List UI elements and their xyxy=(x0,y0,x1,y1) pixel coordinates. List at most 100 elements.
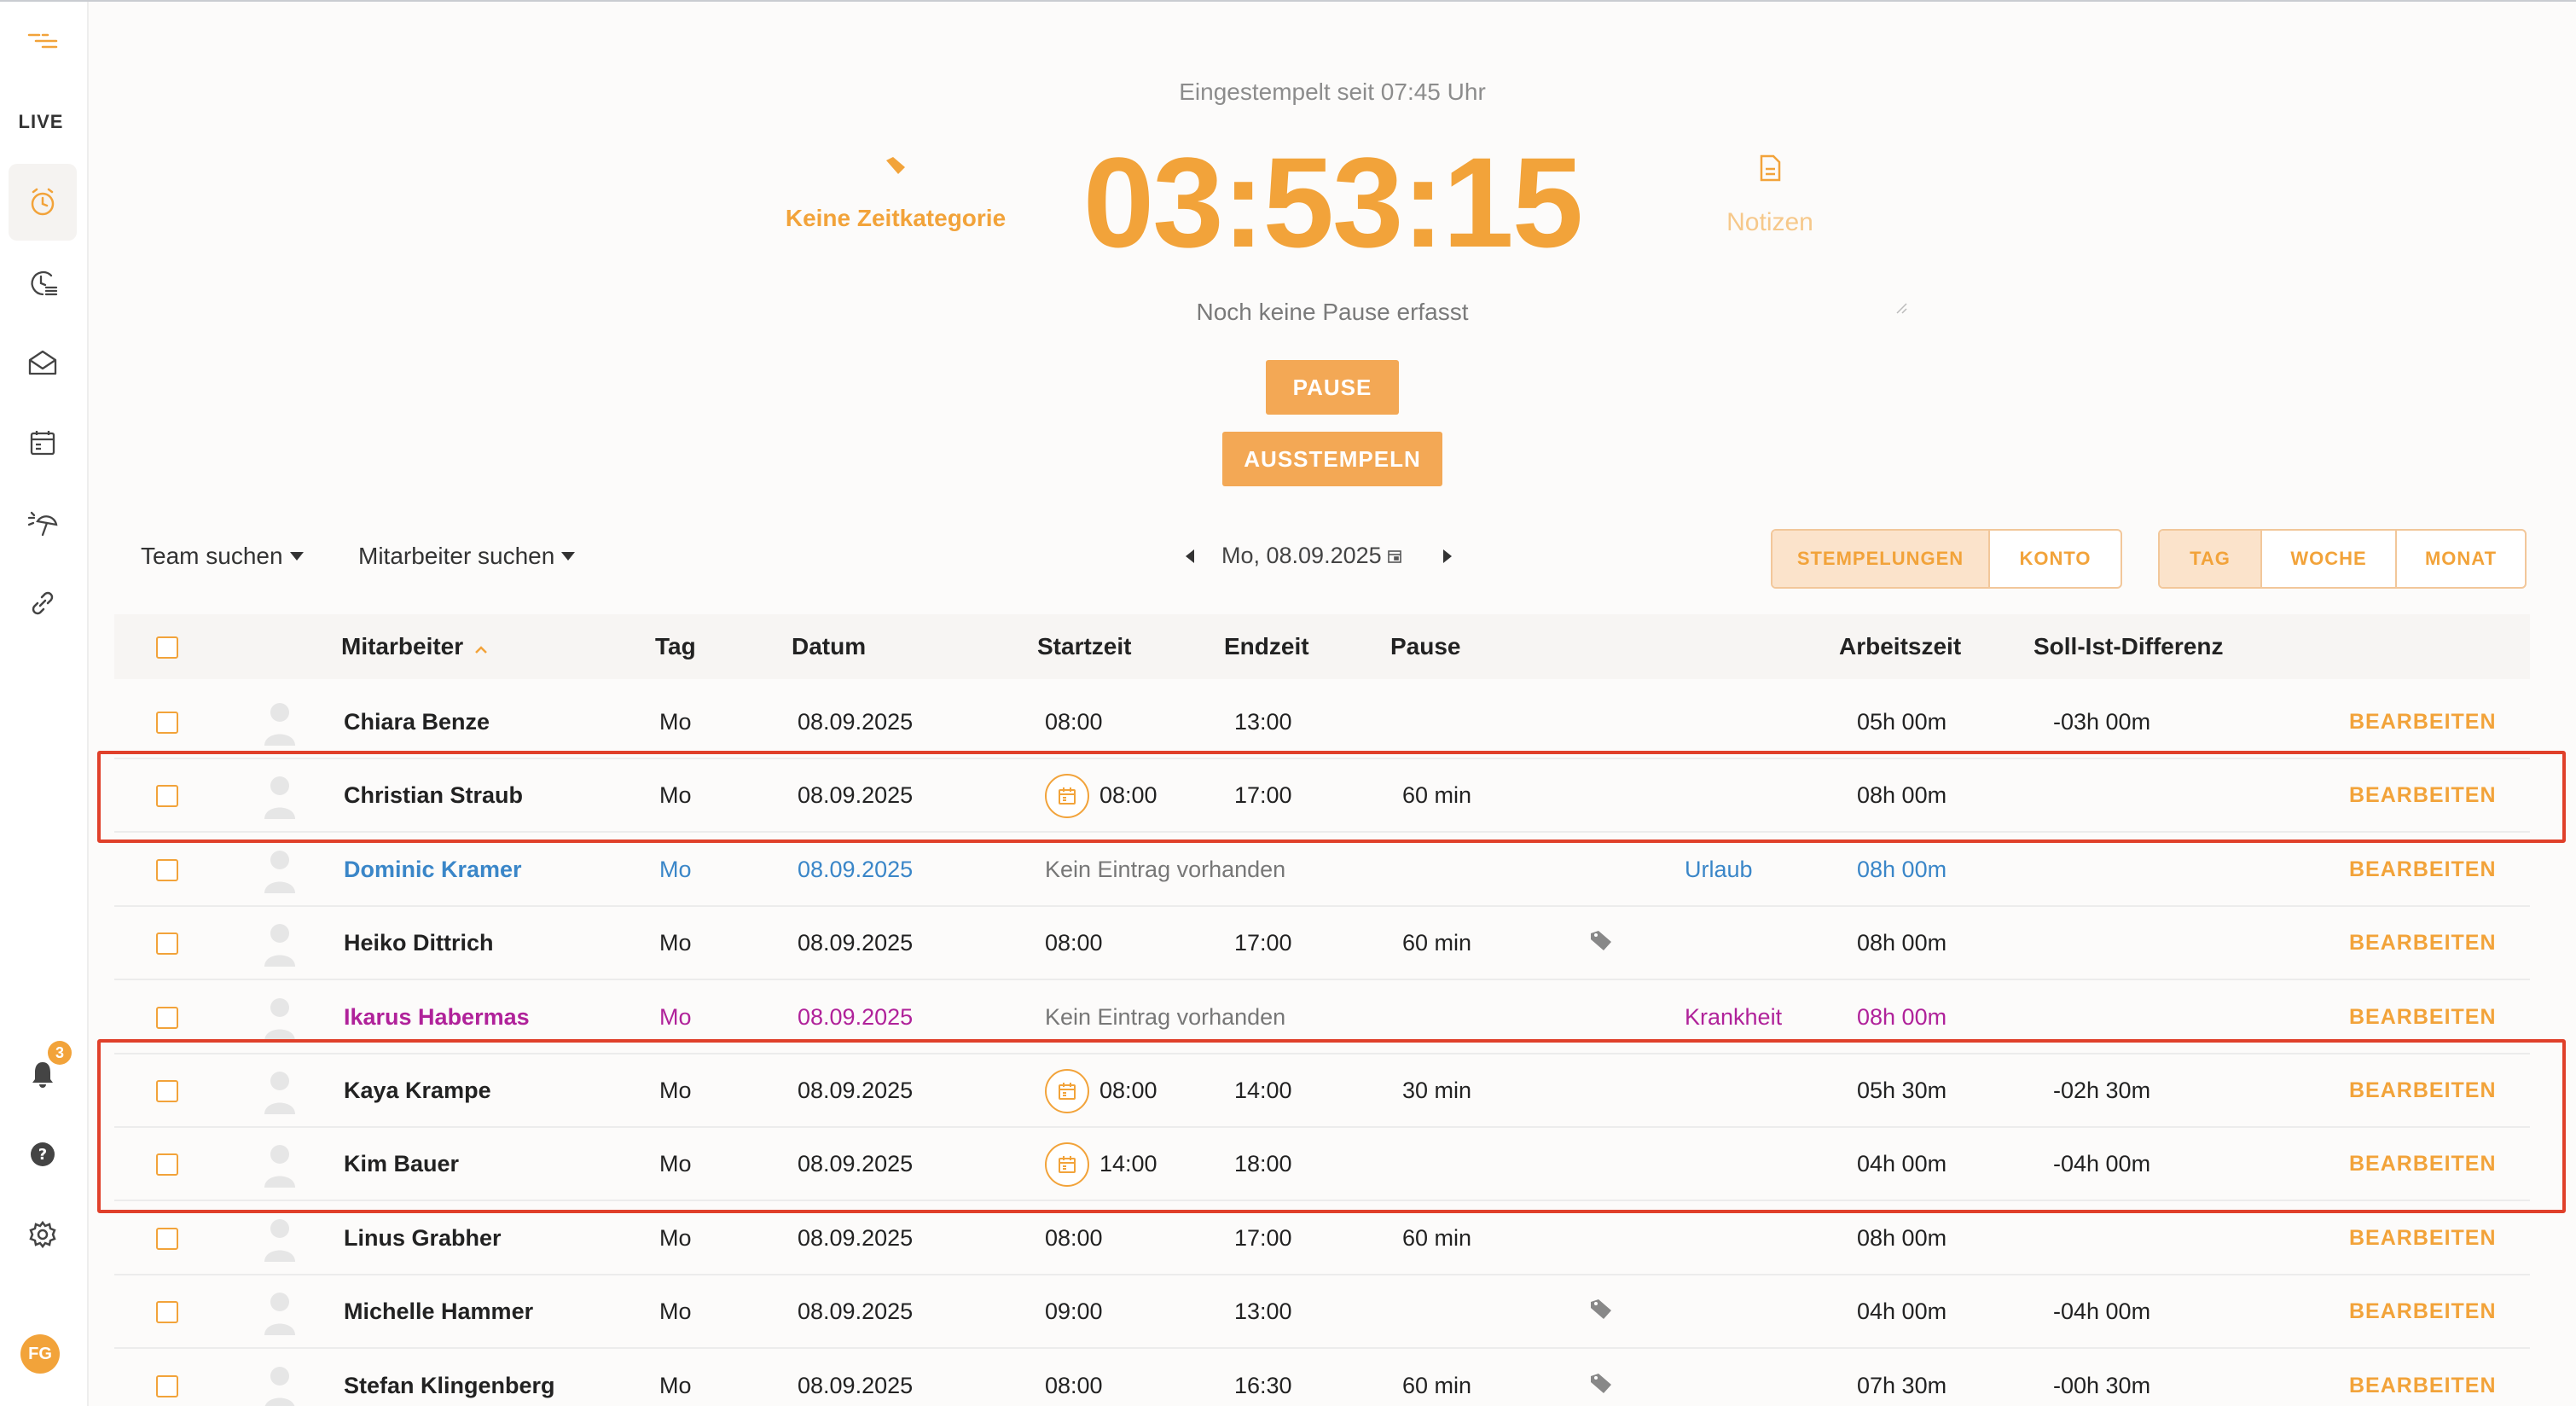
employee-name[interactable]: Linus Grabher xyxy=(344,1225,502,1252)
header-day[interactable]: Tag xyxy=(655,633,696,660)
edit-button[interactable]: BEARBEITEN xyxy=(2349,1005,2497,1030)
calendar-small-icon[interactable] xyxy=(1387,549,1402,564)
row-checkbox[interactable] xyxy=(156,1228,178,1250)
team-filter[interactable]: Team suchen xyxy=(141,543,304,570)
edit-button[interactable]: BEARBEITEN xyxy=(2349,710,2497,735)
vacation-icon xyxy=(27,511,58,537)
row-checkbox[interactable] xyxy=(156,1080,178,1102)
sidebar-item-requests[interactable] xyxy=(9,324,77,401)
header-difference[interactable]: Soll-Ist-Differenz xyxy=(2034,633,2223,660)
end-time: 16:30 xyxy=(1234,1373,1292,1398)
sidebar-item-integrations[interactable] xyxy=(9,565,77,642)
table-row[interactable] xyxy=(114,1128,2530,1201)
time-list-icon xyxy=(31,270,58,296)
person-avatar-icon xyxy=(264,1145,295,1188)
person-avatar-icon xyxy=(264,1293,295,1335)
help-icon: ? xyxy=(31,1142,55,1166)
edit-button[interactable]: BEARBEITEN xyxy=(2349,1152,2497,1177)
tag-icon xyxy=(1591,1374,1611,1393)
gear-icon xyxy=(29,1220,56,1249)
sidebar-item-live-clock[interactable] xyxy=(9,164,77,241)
day-cell: Mo xyxy=(659,930,692,956)
planned-shift-calendar-icon[interactable] xyxy=(1045,774,1089,818)
calendar-icon xyxy=(30,431,55,456)
day-cell: Mo xyxy=(659,1151,692,1177)
header-end[interactable]: Endzeit xyxy=(1224,633,1309,660)
day-cell: Mo xyxy=(659,1373,692,1398)
user-avatar[interactable]: FG xyxy=(20,1334,60,1374)
employee-name[interactable]: Michelle Hammer xyxy=(344,1299,533,1325)
sidebar-item-settings[interactable] xyxy=(9,1196,77,1273)
employee-name[interactable]: Kim Bauer xyxy=(344,1151,459,1177)
header-start[interactable]: Startzeit xyxy=(1037,633,1131,660)
row-checkbox[interactable] xyxy=(156,1153,178,1176)
header-worktime[interactable]: Arbeitszeit xyxy=(1839,633,1961,660)
row-checkbox[interactable] xyxy=(156,932,178,955)
sidebar-item-calendar[interactable] xyxy=(9,404,77,481)
range-tab-monat[interactable]: MONAT xyxy=(2397,531,2525,587)
row-checkbox[interactable] xyxy=(156,712,178,734)
sidebar-item-time-entries[interactable] xyxy=(9,244,77,321)
worktime-cell: 08h 00m xyxy=(1857,782,1947,808)
break-duration: 30 min xyxy=(1402,1078,1472,1103)
header-employee[interactable]: Mitarbeiter xyxy=(341,633,489,660)
team-filter-label: Team suchen xyxy=(141,543,283,569)
sidebar-item-help[interactable]: ? xyxy=(9,1116,77,1193)
worktime-cell: 08h 00m xyxy=(1857,1225,1947,1251)
difference-cell: -02h 30m xyxy=(2053,1078,2151,1103)
employee-name[interactable]: Dominic Kramer xyxy=(344,857,522,883)
row-checkbox[interactable] xyxy=(156,1375,178,1397)
row-checkbox[interactable] xyxy=(156,859,178,881)
employee-name[interactable]: Heiko Dittrich xyxy=(344,930,494,956)
time-category-selector[interactable]: Keine Zeitkategorie xyxy=(768,154,1024,232)
mode-tab-stempelungen[interactable]: STEMPELUNGEN xyxy=(1772,531,1990,587)
resize-handle-icon[interactable] xyxy=(1895,302,1907,314)
range-tab-woche[interactable]: WOCHE xyxy=(2262,531,2397,587)
edit-button[interactable]: BEARBEITEN xyxy=(2349,931,2497,956)
row-checkbox[interactable] xyxy=(156,1007,178,1029)
no-entry-text: Kein Eintrag vorhanden xyxy=(1045,857,1286,882)
person-avatar-icon xyxy=(264,1219,295,1262)
date-cell: 08.09.2025 xyxy=(798,930,914,956)
sidebar-item-absences[interactable] xyxy=(9,485,77,561)
planned-shift-calendar-icon[interactable] xyxy=(1045,1069,1089,1113)
clock-out-button[interactable]: AUSSTEMPELN xyxy=(1222,432,1442,486)
notes-field[interactable]: Notizen xyxy=(1629,154,1911,237)
previous-day-icon[interactable] xyxy=(1186,549,1194,563)
employee-name[interactable]: Christian Straub xyxy=(344,782,523,809)
edit-button[interactable]: BEARBEITEN xyxy=(2349,783,2497,808)
edit-button[interactable]: BEARBEITEN xyxy=(2349,1226,2497,1251)
employee-name[interactable]: Ikarus Habermas xyxy=(344,1004,530,1031)
caret-down-icon xyxy=(561,552,576,561)
pause-button[interactable]: PAUSE xyxy=(1266,360,1399,415)
difference-cell: -04h 00m xyxy=(2053,1299,2151,1324)
edit-button[interactable]: BEARBEITEN xyxy=(2349,1078,2497,1103)
header-break[interactable]: Pause xyxy=(1390,633,1461,660)
worktime-cell: 08h 00m xyxy=(1857,1004,1947,1030)
planned-shift-calendar-icon[interactable] xyxy=(1045,1142,1089,1187)
day-cell: Mo xyxy=(659,782,692,808)
elapsed-timer: 03:53:15 xyxy=(1082,131,1583,274)
employee-filter[interactable]: Mitarbeiter suchen xyxy=(358,543,576,570)
select-all-checkbox[interactable] xyxy=(156,636,178,659)
range-tab-tag[interactable]: TAG xyxy=(2160,531,2262,587)
difference-cell: -00h 30m xyxy=(2053,1373,2151,1398)
sidebar: LIVE 3 ? FG xyxy=(0,2,89,1406)
current-date[interactable]: Mo, 08.09.2025 xyxy=(1221,543,1382,569)
employee-name[interactable]: Kaya Krampe xyxy=(344,1078,491,1104)
start-time: 08:00 xyxy=(1045,1373,1103,1398)
end-time: 17:00 xyxy=(1234,930,1292,956)
day-cell: Mo xyxy=(659,1225,692,1251)
worktime-cell: 04h 00m xyxy=(1857,1299,1947,1324)
employee-name[interactable]: Stefan Klingenberg xyxy=(344,1373,555,1399)
next-day-icon[interactable] xyxy=(1442,549,1452,563)
menu-icon[interactable] xyxy=(9,2,77,78)
header-date[interactable]: Datum xyxy=(792,633,866,660)
row-checkbox[interactable] xyxy=(156,1301,178,1323)
employee-name[interactable]: Chiara Benze xyxy=(344,709,490,735)
edit-button[interactable]: BEARBEITEN xyxy=(2349,1299,2497,1324)
edit-button[interactable]: BEARBEITEN xyxy=(2349,1374,2497,1398)
row-checkbox[interactable] xyxy=(156,785,178,807)
edit-button[interactable]: BEARBEITEN xyxy=(2349,857,2497,882)
mode-tab-konto[interactable]: KONTO xyxy=(1990,531,2121,587)
